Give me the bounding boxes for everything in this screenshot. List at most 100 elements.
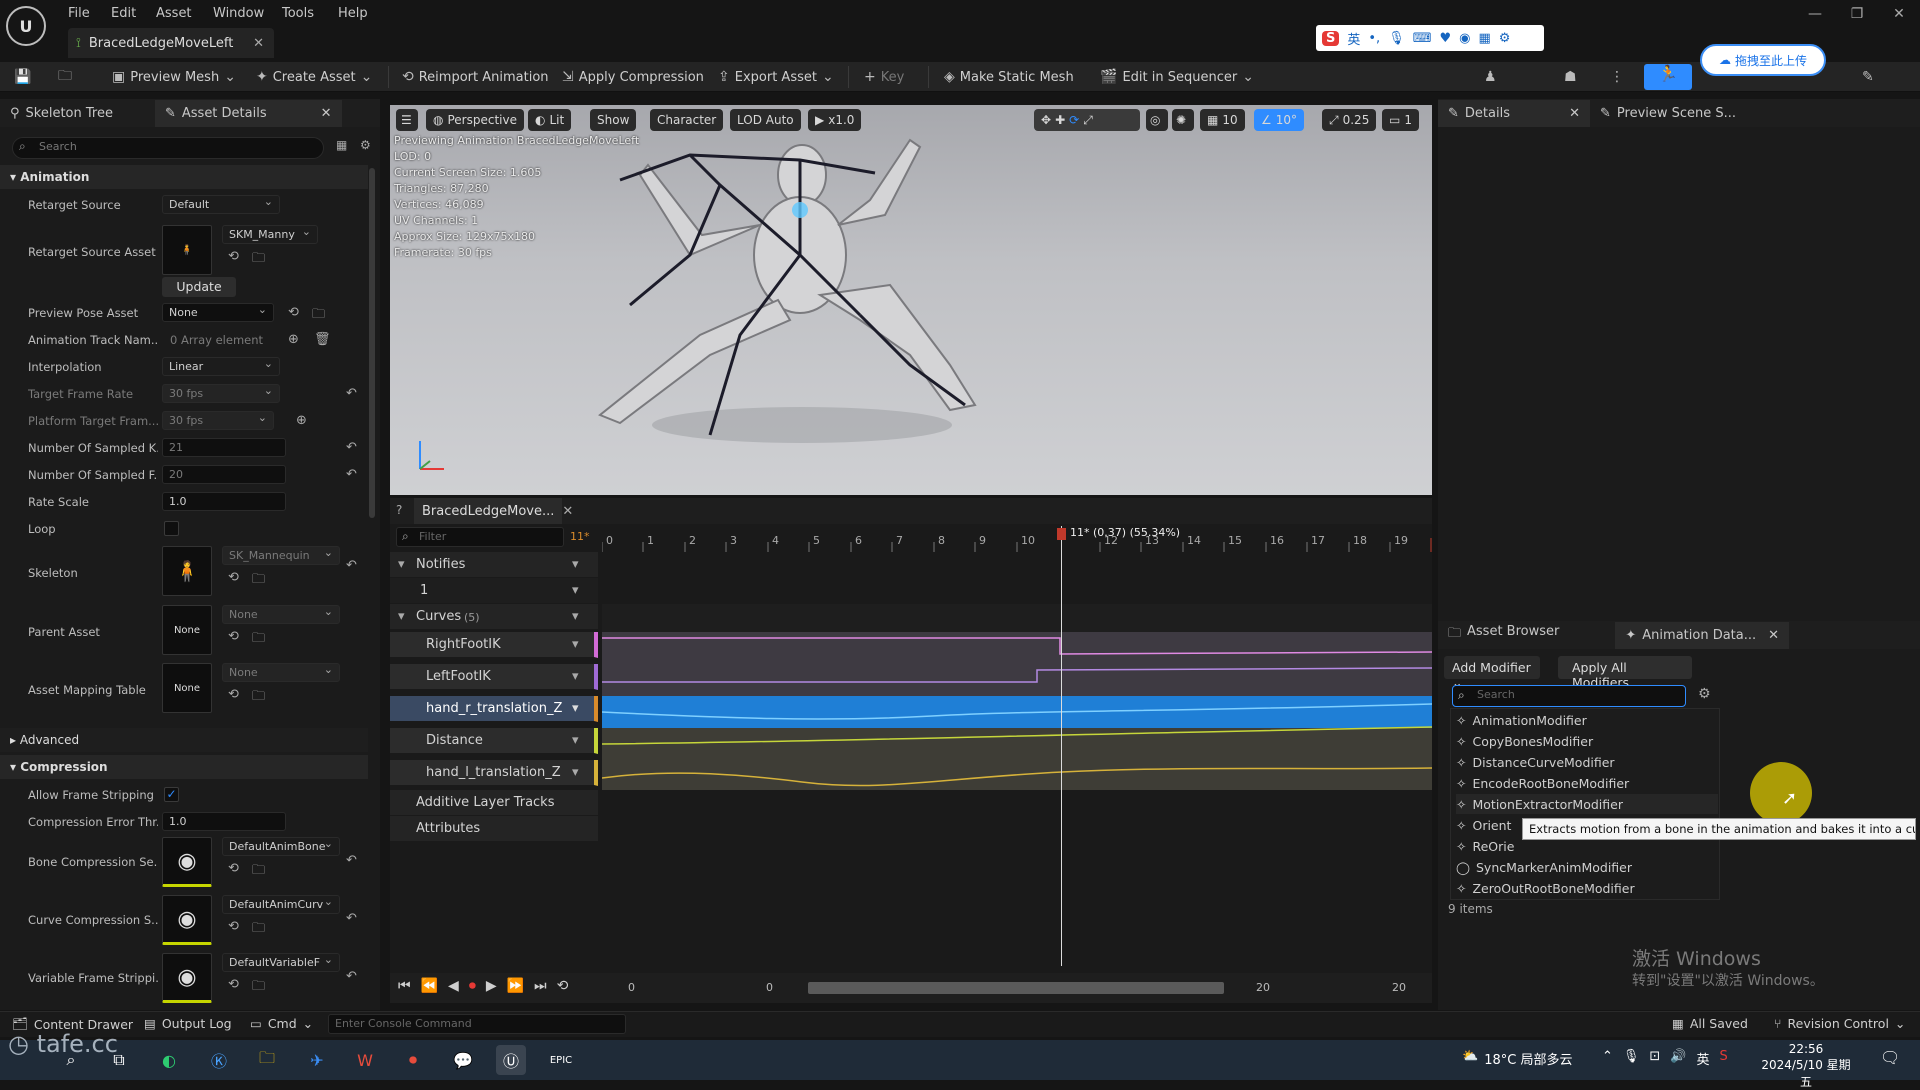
use-selected-icon[interactable]: ⟲ — [228, 861, 239, 876]
curve-compression-dropdown[interactable]: DefaultAnimCurv — [222, 895, 340, 914]
wps-icon[interactable]: W — [350, 1045, 380, 1075]
use-selected-icon[interactable]: ⟲ — [228, 687, 239, 702]
reset-icon[interactable]: ↶ — [346, 440, 357, 455]
dropdown-icon[interactable]: ▾ — [572, 701, 579, 716]
revision-control-button[interactable]: ⑂ Revision Control ⌄ — [1774, 1016, 1905, 1031]
use-selected-icon[interactable]: ⟲ — [288, 305, 299, 320]
tab-preview-scene[interactable]: ✎ Preview Scene S... — [1590, 100, 1746, 127]
track-additive-layer[interactable]: Additive Layer Tracks — [390, 790, 598, 816]
epic-games-icon[interactable]: EPIC — [546, 1045, 576, 1075]
playhead-line[interactable] — [1061, 526, 1062, 966]
use-selected-icon[interactable]: ⟲ — [228, 249, 239, 264]
track-curve-hand-l-translation-z[interactable]: hand_l_translation_Z ▾ — [390, 760, 598, 786]
world-local-icon[interactable]: ◎ — [1146, 109, 1168, 131]
expand-arrow-icon[interactable]: ▾ — [398, 557, 405, 572]
network-icon[interactable]: ⊡ — [1649, 1049, 1660, 1068]
keyboard-icon[interactable]: ⌨ — [1413, 31, 1432, 46]
animation-mode-icon[interactable]: 🏃 — [1644, 64, 1692, 90]
menu-window[interactable]: Window — [213, 6, 264, 21]
grid-icon[interactable]: ▦ — [1478, 31, 1490, 46]
export-asset-button[interactable]: ⇪ Export Asset ⌄ — [718, 66, 834, 88]
close-details-icon[interactable]: ✕ — [1569, 106, 1580, 121]
reset-icon[interactable]: ↶ — [346, 558, 357, 573]
wechat-icon[interactable]: 💬 — [448, 1045, 478, 1075]
update-button[interactable]: Update — [162, 277, 236, 297]
asset-mapping-thumbnail[interactable]: None — [162, 663, 212, 713]
settings-icon[interactable]: ⚙ — [360, 138, 371, 152]
loop-icon[interactable]: ⟲ — [557, 978, 569, 994]
retarget-source-asset-dropdown[interactable]: SKM_Manny — [222, 225, 318, 244]
tab-animation-data[interactable]: ✦ Animation Data... ✕ — [1615, 621, 1790, 649]
rotation-snap-button[interactable]: ∠ 10° — [1254, 109, 1305, 131]
weather-widget[interactable]: ⛅ 18°C 局部多云 — [1462, 1049, 1572, 1068]
scale-snap-button[interactable]: ⤢ 0.25 — [1322, 109, 1377, 131]
transform-tools[interactable]: ✥ ✚ ⟳ ⤢ — [1034, 109, 1140, 131]
reimport-animation-button[interactable]: ⟲ Reimport Animation — [402, 66, 549, 88]
target-frame-rate-dropdown[interactable]: 30 fps — [162, 384, 280, 403]
num-sampled-keys-field[interactable]: 21 — [162, 438, 286, 457]
skeleton-dropdown[interactable]: SK_Mannequin — [222, 546, 340, 565]
preview-pose-dropdown[interactable]: None — [162, 303, 274, 322]
make-static-mesh-button[interactable]: ◈ Make Static Mesh — [944, 66, 1074, 88]
apply-compression-button[interactable]: ⇲ Apply Compression — [562, 66, 704, 88]
restore-icon[interactable]: ❐ — [1844, 6, 1870, 28]
close-animation-data-icon[interactable]: ✕ — [1768, 628, 1779, 643]
browse-icon[interactable]: 🗀 — [252, 919, 265, 941]
show-button[interactable]: Show — [590, 109, 637, 131]
menu-help[interactable]: Help — [338, 6, 368, 21]
menu-asset[interactable]: Asset — [156, 6, 192, 21]
sogou-tray-icon[interactable]: S — [1720, 1049, 1728, 1068]
record-icon[interactable]: ⏺ — [469, 978, 476, 994]
variable-frame-thumbnail[interactable]: ◉ — [162, 953, 212, 1003]
edit-in-sequencer-button[interactable]: 🎬 Edit in Sequencer ⌄ — [1100, 66, 1254, 88]
skip-to-end-icon[interactable]: ⏭ — [534, 978, 547, 994]
minimize-icon[interactable]: — — [1802, 6, 1828, 28]
clock[interactable]: 22:56 2024/5/10 星期五 — [1760, 1042, 1852, 1090]
use-selected-icon[interactable]: ⟲ — [228, 629, 239, 644]
tab-asset-details[interactable]: ✎ Asset Details ✕ — [154, 99, 342, 127]
delete-icon[interactable]: 🗑 — [314, 332, 331, 347]
ime-toolbar[interactable]: S 英 •, 🎙 ⌨ ♥ ◉ ▦ ⚙ — [1316, 25, 1544, 51]
playhead-handle[interactable] — [1057, 528, 1066, 540]
playback-speed-button[interactable]: ▶ x1.0 — [808, 109, 862, 131]
play-icon[interactable]: ▶ — [486, 978, 497, 994]
allow-frame-stripping-checkbox[interactable]: ✓ — [164, 787, 179, 802]
rotate-icon[interactable]: ⟳ — [1069, 113, 1079, 127]
menu-edit[interactable]: Edit — [111, 6, 136, 21]
track-notify-1[interactable]: 1 ▾ — [390, 578, 598, 604]
file-explorer-icon[interactable]: 🗀 — [252, 1045, 282, 1075]
use-selected-icon[interactable]: ⟲ — [228, 977, 239, 992]
help-icon[interactable]: ? — [396, 503, 402, 517]
physics-mode-icon[interactable]: ✎ — [1862, 66, 1874, 88]
dropdown-icon[interactable]: ▾ — [572, 669, 579, 684]
browse-icon[interactable]: 🗀 — [252, 861, 265, 883]
track-curves[interactable]: ▾ Curves (5) ▾ — [390, 604, 598, 630]
browse-icon[interactable]: 🗀 — [252, 687, 265, 709]
microphone-icon[interactable]: 🎙 — [1623, 1049, 1640, 1068]
tab-asset-browser[interactable]: 🗀 Asset Browser — [1438, 618, 1569, 652]
list-item[interactable]: ✧ Orient — [1456, 815, 1511, 835]
key-button[interactable]: + Key — [864, 66, 904, 88]
skeleton-thumbnail[interactable]: 🧍 — [162, 225, 212, 275]
lod-button[interactable]: LOD Auto — [730, 109, 801, 131]
upload-widget[interactable]: ☁ 拖拽至此上传 — [1700, 44, 1826, 76]
output-log-button[interactable]: ▤ Output Log — [144, 1016, 232, 1031]
preview-mesh-button[interactable]: ▣ Preview Mesh ⌄ — [112, 66, 236, 88]
camera-speed-button[interactable]: ▭ 1 — [1382, 109, 1419, 131]
notification-icon[interactable]: 🗨 — [1880, 1048, 1900, 1067]
menu-file[interactable]: File — [68, 6, 90, 21]
perspective-button[interactable]: ◍ Perspective — [426, 109, 524, 131]
volume-icon[interactable]: 🔊 — [1670, 1049, 1686, 1068]
category-animation[interactable]: ▾ Animation — [0, 165, 368, 189]
compression-error-field[interactable]: 1.0 — [162, 812, 286, 831]
rate-scale-field[interactable]: 1.0 — [162, 492, 286, 511]
dropdown-icon[interactable]: ▾ — [572, 733, 579, 748]
ime-lang[interactable]: 英 — [1347, 29, 1360, 48]
recorder-icon[interactable]: ⏺ — [398, 1045, 428, 1075]
table-view-icon[interactable]: ▦ — [336, 138, 347, 152]
category-compression[interactable]: ▾ Compression — [0, 755, 368, 779]
close-timeline-tab-icon[interactable]: ✕ — [562, 504, 573, 519]
list-item[interactable]: ◯ SyncMarkerAnimModifier — [1456, 857, 1632, 877]
settings-icon[interactable]: ⚙ — [1698, 686, 1711, 702]
search-icon[interactable]: ⌕ — [56, 1045, 86, 1075]
